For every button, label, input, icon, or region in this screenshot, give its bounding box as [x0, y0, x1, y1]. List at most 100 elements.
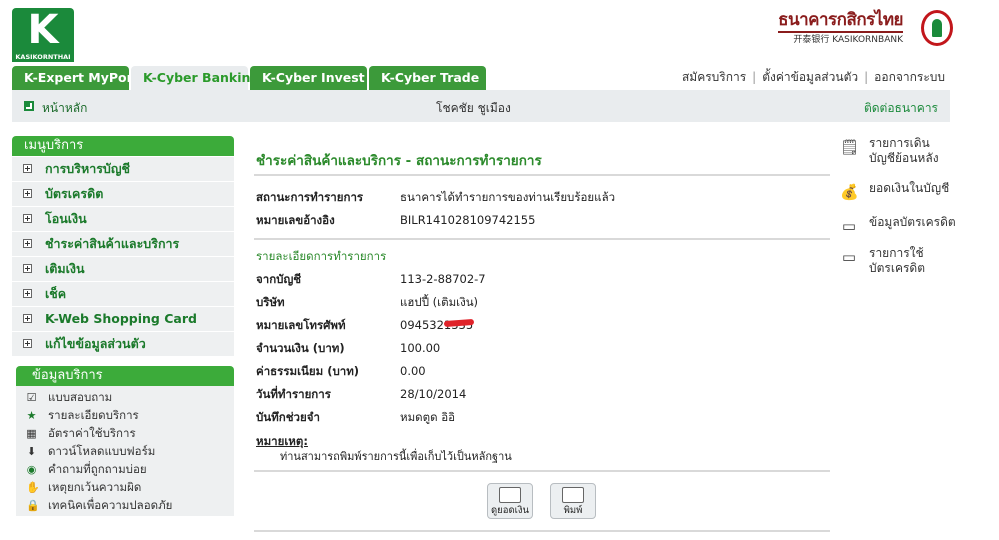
expand-icon[interactable]: [23, 314, 32, 323]
menu-item-top-up[interactable]: เติมเงิน: [12, 257, 234, 281]
quick-link-line1: ข้อมูลบัตรเครดิต: [869, 215, 956, 229]
product-tabs: K-Expert MyPort K-Cyber Banking K-Cyber …: [12, 66, 488, 90]
note-text: ท่านสามารถพิมพ์รายการนี้เพื่อเก็บไว้เป็น…: [280, 450, 512, 463]
home-link[interactable]: หน้าหลัก: [42, 99, 87, 118]
detail-label: วันที่ทำรายการ: [256, 387, 331, 401]
register-link[interactable]: สมัครบริการ: [682, 70, 746, 84]
settings-link[interactable]: ตั้งค่าข้อมูลส่วนตัว: [762, 70, 858, 84]
expand-icon[interactable]: [23, 239, 32, 248]
expand-icon[interactable]: [23, 164, 32, 173]
menu-item-bill-payment[interactable]: ชำระค่าสินค้าและบริการ: [12, 232, 234, 256]
detail-value: แฮปปี้ (เติมเงิน): [400, 295, 479, 309]
kasikorn-logo: K KASIKORNTHAI: [12, 8, 76, 62]
info-item-label: แบบสอบถาม: [48, 390, 113, 404]
divider: [254, 174, 830, 176]
detail-value: 0.00: [400, 364, 426, 378]
credit-card-icon: ▭: [841, 217, 857, 235]
detail-value: หมดตูด อิอิ: [400, 410, 456, 424]
info-item-label: รายละเอียดบริการ: [48, 408, 139, 422]
menu-item-transfer[interactable]: โอนเงิน: [12, 207, 234, 231]
print-button[interactable]: พิมพ์: [550, 483, 596, 519]
user-name: โชคชัย ชูเมือง: [436, 101, 511, 115]
menu-item-label: แก้ไขข้อมูลส่วนตัว: [45, 336, 146, 351]
info-item-security-tips[interactable]: 🔒 เทคนิคเพื่อความปลอดภัย: [16, 496, 234, 514]
info-item-label: อัตราค่าใช้บริการ: [48, 426, 136, 440]
info-item-survey[interactable]: ☑ แบบสอบถาม: [16, 388, 234, 406]
menu-item-cheque[interactable]: เช็ค: [12, 282, 234, 306]
contact-bank-link[interactable]: ติดต่อธนาคาร: [864, 99, 938, 118]
detail-value: 100.00: [400, 341, 441, 355]
card-usage-icon: ▭: [841, 248, 857, 266]
detail-value: 113-2-88702-7: [400, 272, 486, 286]
menu-item-k-web-shopping-card[interactable]: K-Web Shopping Card: [12, 307, 234, 331]
hand-icon: ✋: [26, 481, 40, 494]
detail-label: จากบัญชี: [256, 272, 302, 286]
menu-item-credit-card[interactable]: บัตรเครดิต: [12, 182, 234, 206]
tab-k-cyber-banking[interactable]: K-Cyber Banking: [131, 66, 259, 90]
statement-icon: 🗒: [840, 138, 860, 156]
expand-icon[interactable]: [23, 189, 32, 198]
user-bar: หน้าหลัก โชคชัย ชูเมือง ติดต่อธนาคาร: [12, 90, 950, 122]
menu-item-label: เติมเงิน: [45, 261, 85, 276]
service-menu: เมนูบริการ การบริหารบัญชี บัตรเครดิต โอน…: [12, 136, 234, 356]
logo-letter: K: [12, 8, 74, 52]
page-title: ชำระค่าสินค้าและบริการ - สถานะการทำรายกา…: [256, 153, 542, 169]
detail-value: 28/10/2014: [400, 387, 467, 401]
quick-link-line1: รายการใช้: [869, 246, 924, 260]
info-item-faq[interactable]: ◉ คำถามที่ถูกถามบ่อย: [16, 460, 234, 478]
info-item-disclaimer[interactable]: ✋ เหตุยกเว้นความผิด: [16, 478, 234, 496]
menu-item-label: โอนเงิน: [45, 211, 87, 226]
expand-icon[interactable]: [23, 264, 32, 273]
logo-text: KASIKORNTHAI: [12, 52, 74, 62]
menu-header: เมนูบริการ: [12, 136, 234, 156]
top-links: สมัครบริการ | ตั้งค่าข้อมูลส่วนตัว | ออกจากร…: [682, 68, 945, 87]
status-label: สถานะการทำรายการ: [256, 190, 364, 204]
bank-name: ธนาคารกสิกรไทย 开泰银行 KASIKORNBANK: [778, 10, 903, 46]
detail-label: บันทึกช่วยจำ: [256, 410, 320, 424]
star-icon: ★: [26, 409, 37, 422]
tab-k-cyber-invest[interactable]: K-Cyber Invest: [250, 66, 367, 90]
service-info: ข้อมูลบริการ ☑ แบบสอบถาม ★ รายละเอียดบริกา…: [16, 366, 234, 516]
expand-icon[interactable]: [23, 339, 32, 348]
money-bag-icon: 💰: [840, 183, 859, 201]
reference-label: หมายเลขอ้างอิง: [256, 213, 335, 227]
info-item-fees[interactable]: ▦ อัตราค่าใช้บริการ: [16, 424, 234, 442]
menu-item-edit-profile[interactable]: แก้ไขข้อมูลส่วนตัว: [12, 332, 234, 356]
info-header: ข้อมูลบริการ: [16, 366, 234, 386]
menu-item-label: K-Web Shopping Card: [45, 311, 197, 326]
download-icon: ⬇: [26, 445, 37, 458]
menu-item-label: การบริหารบัญชี: [45, 161, 130, 176]
view-balance-label: ดูยอดเงิน: [491, 505, 529, 516]
tab-k-cyber-trade[interactable]: K-Cyber Trade: [369, 66, 486, 90]
menu-item-account[interactable]: การบริหารบัญชี: [12, 157, 234, 181]
expand-icon[interactable]: [23, 214, 32, 223]
menu-item-label: บัตรเครดิต: [45, 186, 104, 201]
info-item-label: เทคนิคเพื่อความปลอดภัย: [48, 498, 173, 512]
tab-k-expert-myport[interactable]: K-Expert MyPort: [12, 66, 139, 90]
bank-seal-icon: [921, 10, 953, 46]
quick-link-line2: บัญชีย้อนหลัง: [869, 151, 939, 165]
logout-link[interactable]: ออกจากระบบ: [874, 70, 945, 84]
divider: [254, 530, 830, 532]
question-icon: ◉: [26, 463, 37, 476]
view-balance-button[interactable]: ดูยอดเงิน: [487, 483, 533, 519]
detail-label: ค่าธรรมเนียม (บาท): [256, 364, 360, 378]
info-item-details[interactable]: ★ รายละเอียดบริการ: [16, 406, 234, 424]
info-item-label: ดาวน์โหลดแบบฟอร์ม: [48, 444, 156, 458]
home-icon[interactable]: [24, 101, 34, 111]
checkbox-icon: ☑: [26, 391, 37, 404]
lock-icon: 🔒: [26, 499, 40, 512]
quick-link-line2: บัตรเครดิต: [869, 261, 926, 275]
info-list: ☑ แบบสอบถาม ★ รายละเอียดบริการ ▦ อัตราค่าใช…: [16, 386, 234, 516]
info-item-download-forms[interactable]: ⬇ ดาวน์โหลดแบบฟอร์ม: [16, 442, 234, 460]
menu-item-label: ชำระค่าสินค้าและบริการ: [45, 236, 180, 251]
bank-name-th: ธนาคารกสิกรไทย: [778, 10, 903, 30]
reference-value: BILR141028109742155: [400, 213, 536, 227]
info-item-label: เหตุยกเว้นความผิด: [48, 480, 142, 494]
divider: |: [864, 70, 869, 84]
menu-item-label: เช็ค: [45, 286, 67, 301]
divider: [254, 238, 830, 240]
balance-icon: [499, 487, 521, 503]
info-item-label: คำถามที่ถูกถามบ่อย: [48, 462, 147, 476]
expand-icon[interactable]: [23, 289, 32, 298]
